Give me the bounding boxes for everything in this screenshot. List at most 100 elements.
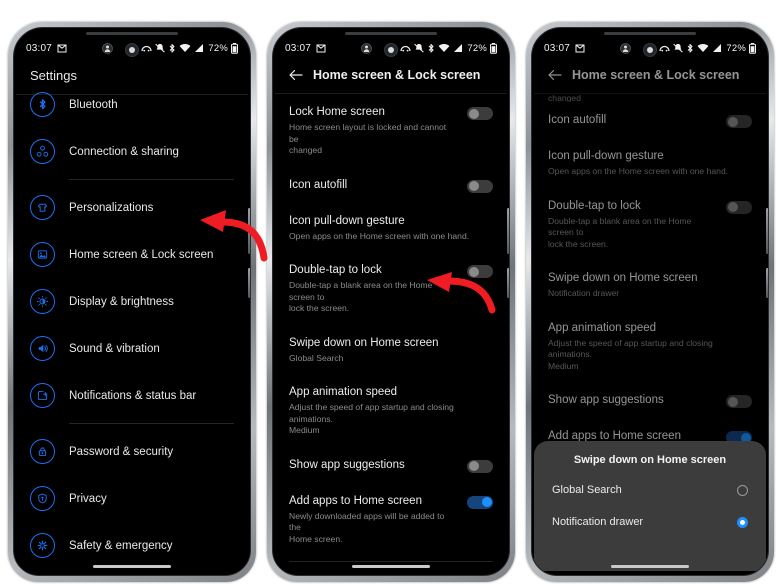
sidebar-item-home-lock-screen[interactable]: Home screen & Lock screen	[16, 231, 248, 278]
sidebar-item-safety-emergency[interactable]: Safety & emergency	[16, 522, 248, 569]
swipe-down-dialog[interactable]: Swipe down on Home screen Global Search …	[534, 441, 766, 571]
sidebar-item-bluetooth[interactable]: Bluetooth	[16, 81, 248, 128]
pref-icon-pull-down-gesture[interactable]: Icon pull-down gesture Open apps on the …	[534, 138, 766, 188]
pref-text: Icon autofill	[548, 113, 716, 128]
sidebar-item-display-brightness[interactable]: Display & brightness	[16, 278, 248, 325]
toggle-switch[interactable]	[467, 265, 493, 278]
radio-button-selected[interactable]	[737, 516, 748, 528]
pref-subtitle: Adjust the speed of app startup and clos…	[548, 337, 713, 360]
dialog-option-notification-drawer[interactable]: Notification drawer	[534, 506, 766, 538]
volume-button[interactable]	[248, 208, 250, 254]
preferences-list[interactable]: Lock Home screen Home screen layout is l…	[275, 94, 507, 571]
volume-button[interactable]	[507, 208, 509, 254]
toggle-switch[interactable]	[726, 395, 752, 408]
sidebar-item-connection-sharing[interactable]: Connection & sharing	[16, 128, 248, 175]
pref-control[interactable]	[467, 494, 493, 509]
pref-subtitle-2: Medium	[548, 360, 579, 371]
pref-show-app-suggestions[interactable]: Show app suggestions	[534, 382, 766, 418]
battery-percent: 72%	[208, 42, 228, 54]
pref-subtitle: Home screen layout is locked and cannot …	[289, 122, 447, 144]
pref-swipe-down-on-home-screen[interactable]: Swipe down on Home screen Notification d…	[534, 260, 766, 310]
pref-subtitle: Adjust the speed of app startup and clos…	[289, 402, 454, 424]
sidebar-item-label: Privacy	[69, 492, 107, 505]
pref-subtitle: Global Search	[289, 352, 344, 363]
radio-button[interactable]	[737, 484, 748, 496]
sidebar-item-personalizations[interactable]: Personalizations	[16, 184, 248, 231]
phone-2-body: 03:07 72% Home screen & Lock screen Lock…	[272, 27, 510, 576]
earpiece-slit	[604, 32, 696, 35]
pref-double-tap-to-lock[interactable]: Double-tap to lock Double-tap a blank ar…	[534, 188, 766, 261]
password-security-icon	[30, 439, 55, 464]
pref-subtitle: Open apps on the Home screen with one ha…	[548, 166, 729, 176]
pref-icon-autofill[interactable]: Icon autofill	[275, 167, 507, 203]
sidebar-item-privacy[interactable]: Privacy	[16, 475, 248, 522]
sidebar-item-battery[interactable]: Battery	[16, 569, 248, 571]
pref-text: Add apps to Home screen Newly downloaded…	[289, 494, 457, 546]
sidebar-item-label: Password & security	[69, 445, 174, 458]
pref-control[interactable]	[726, 113, 752, 128]
connection-sharing-icon	[30, 139, 55, 164]
status-time: 03:07	[544, 42, 571, 54]
sidebar-item-sound-vibration[interactable]: Sound & vibration	[16, 325, 248, 372]
toggle-switch[interactable]	[726, 115, 752, 128]
section-divider	[289, 561, 493, 562]
toggle-switch[interactable]	[467, 107, 493, 120]
toggle-switch[interactable]	[467, 179, 493, 193]
status-bar-right: 72%	[400, 42, 497, 54]
phone-2-appbar: Home screen & Lock screen	[275, 58, 507, 94]
pref-text: Icon pull-down gesture Open apps on the …	[548, 149, 752, 178]
volume-button[interactable]	[766, 208, 768, 254]
pref-title: Icon pull-down gesture	[289, 214, 405, 227]
dialog-title: Swipe down on Home screen	[573, 454, 727, 466]
pref-control[interactable]	[467, 105, 493, 120]
pref-control[interactable]	[467, 458, 493, 473]
dialog-option-global-search[interactable]: Global Search	[534, 474, 766, 506]
power-button[interactable]	[248, 268, 250, 298]
pref-app-animation-speed[interactable]: App animation speed Adjust the speed of …	[275, 374, 507, 447]
power-button[interactable]	[507, 268, 509, 298]
settings-list[interactable]: Bluetooth Connection & sharing Personali…	[16, 81, 248, 571]
pref-text: Lock Home screen Home screen layout is l…	[289, 105, 457, 157]
home-indicator[interactable]	[93, 565, 171, 568]
pref-subtitle: Double-tap a blank area on the Home scre…	[548, 215, 692, 238]
mute-icon	[155, 43, 166, 53]
pref-control[interactable]	[467, 263, 493, 278]
wifi-icon	[438, 43, 450, 53]
home-indicator[interactable]	[352, 565, 430, 568]
toggle-switch[interactable]	[726, 200, 752, 214]
pref-text: Icon autofill	[289, 178, 457, 193]
status-bar-left: 03:07	[26, 43, 67, 54]
toggle-switch[interactable]	[467, 459, 493, 473]
sidebar-item-password-security[interactable]: Password & security	[16, 428, 248, 475]
toggle-switch[interactable]	[467, 495, 493, 509]
power-button[interactable]	[766, 268, 768, 298]
home-indicator[interactable]	[611, 565, 689, 568]
pref-title: Icon autofill	[289, 178, 348, 191]
vpn-icon	[141, 44, 153, 53]
page-title: Home screen & Lock screen	[313, 68, 481, 82]
pref-app-animation-speed[interactable]: App animation speed Adjust the speed of …	[534, 310, 766, 383]
pref-show-app-suggestions[interactable]: Show app suggestions	[275, 447, 507, 483]
earpiece-slit	[345, 32, 437, 35]
sidebar-item-label: Connection & sharing	[69, 145, 179, 158]
vpn-icon	[400, 44, 412, 53]
pref-swipe-down-on-home-screen[interactable]: Swipe down on Home screen Global Search	[275, 325, 507, 375]
back-arrow-icon[interactable]	[548, 69, 562, 81]
pref-control[interactable]	[726, 393, 752, 408]
pref-double-tap-to-lock[interactable]: Double-tap to lock Double-tap a blank ar…	[275, 252, 507, 325]
pref-icon-autofill[interactable]: Icon autofill	[534, 102, 766, 138]
pref-icon-pull-down-gesture[interactable]: Icon pull-down gesture Open apps on the …	[275, 203, 507, 253]
clipped-subtitle: changed	[548, 94, 581, 102]
message-icon	[575, 44, 585, 53]
pref-title: Lock Home screen	[289, 106, 385, 118]
signal-icon	[712, 43, 722, 53]
back-arrow-icon[interactable]	[289, 69, 303, 81]
pref-control[interactable]	[726, 199, 752, 214]
sidebar-item-notifications-status-bar[interactable]: Notifications & status bar	[16, 372, 248, 419]
pref-control[interactable]	[467, 178, 493, 193]
phone-1-body: 03:07 72% Settings Bluetooth Connection …	[13, 27, 251, 576]
pref-add-apps-to-home-screen[interactable]: Add apps to Home screen Newly downloaded…	[275, 483, 507, 556]
bluetooth-icon	[686, 43, 694, 54]
bluetooth-icon	[30, 92, 55, 117]
pref-lock-home-screen[interactable]: Lock Home screen Home screen layout is l…	[275, 94, 507, 167]
